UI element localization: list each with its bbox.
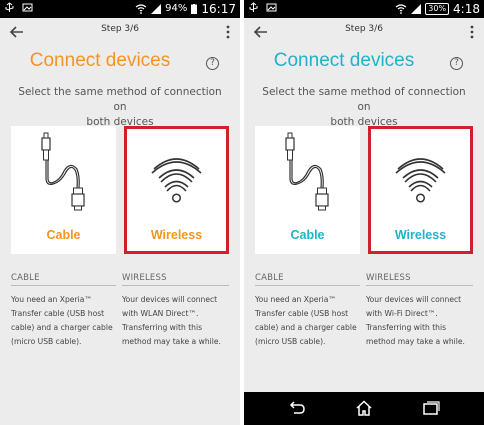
instruction-line-1: Select the same method of connection on [262, 86, 466, 113]
more-vertical-icon[interactable] [226, 25, 230, 39]
cable-description: You need an Xperia™ Transfer cable (USB … [11, 295, 113, 346]
wifi-status-icon [135, 4, 147, 14]
battery-percent: 30% [425, 3, 450, 15]
cable-description: You need an Xperia™ Transfer cable (USB … [255, 295, 357, 346]
cable-heading: CABLE [11, 273, 40, 283]
instruction-text: Select the same method of connection on … [258, 85, 470, 130]
signal-icon [151, 4, 162, 14]
instruction-text: Select the same method of connection on … [14, 85, 226, 130]
divider [122, 285, 229, 286]
divider [255, 285, 360, 286]
usb-debug-icon [5, 2, 14, 12]
wireless-heading: WIRELESS [366, 273, 411, 283]
nav-recents-icon[interactable] [422, 400, 440, 416]
instruction-line-1: Select the same method of connection on [18, 86, 222, 113]
more-vertical-icon[interactable] [470, 25, 474, 39]
wifi-status-icon [395, 4, 407, 14]
nav-home-icon[interactable] [355, 400, 373, 416]
battery-percent: 94% [165, 3, 188, 14]
step-indicator: Step 3/6 [345, 24, 383, 34]
wireless-option-card[interactable]: Wireless [124, 126, 229, 254]
navigation-bar [244, 392, 484, 425]
nav-back-icon[interactable] [288, 400, 306, 416]
wireless-label: Wireless [150, 228, 203, 242]
cable-label: Cable [46, 228, 81, 242]
cable-heading: CABLE [255, 273, 284, 283]
status-bar: 94% 16:17 [0, 0, 240, 18]
cable-label: Cable [290, 228, 325, 242]
phone-screen-right: 30% 4:18 Step 3/6 Connect devices ? Sele… [244, 0, 484, 425]
help-icon[interactable]: ? [206, 57, 219, 70]
image-icon [266, 3, 277, 12]
usb-debug-icon [249, 2, 258, 12]
toolbar: Step 3/6 [244, 18, 484, 46]
clock: 4:18 [453, 2, 480, 16]
step-indicator: Step 3/6 [101, 24, 139, 34]
divider [366, 285, 473, 286]
phone-screen-left: 94% 16:17 Step 3/6 Connect devices ? Sel… [0, 0, 240, 425]
image-icon [22, 3, 33, 12]
wireless-description: Your devices will connect with Wi-Fi Dir… [366, 295, 465, 346]
clock: 16:17 [201, 2, 236, 16]
wifi-icon [151, 158, 202, 203]
wireless-heading: WIRELESS [122, 273, 167, 283]
wireless-description: Your devices will connect with WLAN Dire… [122, 295, 221, 346]
wireless-label: Wireless [394, 228, 447, 242]
signal-icon [411, 4, 422, 14]
usb-cable-icon [285, 132, 329, 211]
page-title: Connect devices [29, 50, 171, 71]
cable-option-card[interactable]: Cable [255, 126, 360, 254]
divider [11, 285, 116, 286]
battery-icon [191, 4, 198, 14]
page-title: Connect devices [273, 50, 415, 71]
wireless-option-card[interactable]: Wireless [368, 126, 473, 254]
toolbar: Step 3/6 [0, 18, 240, 46]
status-bar: 30% 4:18 [244, 0, 484, 18]
cable-option-card[interactable]: Cable [11, 126, 116, 254]
wifi-icon [395, 158, 446, 203]
usb-cable-icon [41, 132, 85, 211]
help-icon[interactable]: ? [450, 57, 463, 70]
